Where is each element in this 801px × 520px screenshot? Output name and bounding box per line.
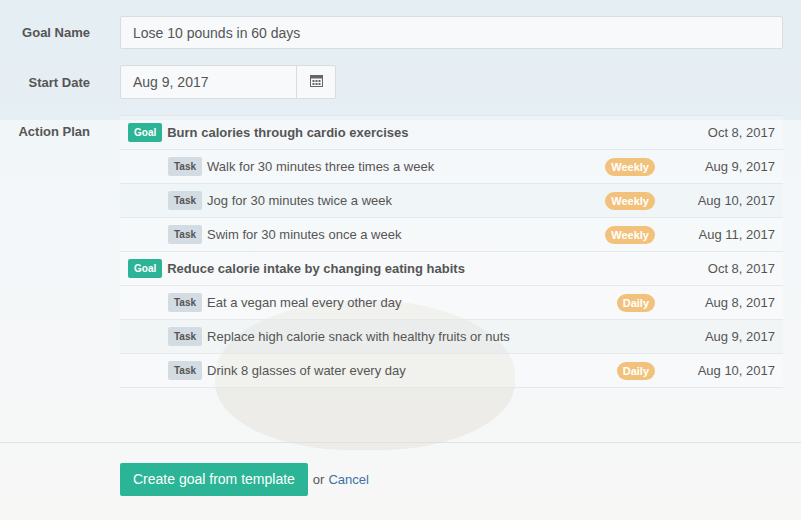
frequency-badge: Weekly bbox=[605, 192, 655, 210]
goal-title[interactable]: Reduce calorie intake by changing eating… bbox=[167, 261, 665, 276]
task-row[interactable]: Task Walk for 30 minutes three times a we… bbox=[120, 150, 783, 184]
goal-form: Goal Name Lose 10 pounds in 60 days Start … bbox=[0, 0, 801, 388]
cancel-link[interactable]: Cancel bbox=[328, 472, 368, 487]
task-title[interactable]: Eat a vegan meal every other day bbox=[207, 295, 617, 310]
goal-name-input[interactable]: Lose 10 pounds in 60 days bbox=[120, 16, 783, 49]
due-date[interactable]: Oct 8, 2017 bbox=[665, 261, 775, 276]
goal-row[interactable]: Goal Reduce calorie intake by changing ea… bbox=[120, 252, 783, 286]
start-date-row: Start Date Aug 9, 2017 bbox=[0, 65, 783, 99]
frequency-badge: Weekly bbox=[605, 158, 655, 176]
frequency-badge: Daily bbox=[617, 362, 655, 380]
goal-badge: Goal bbox=[128, 259, 162, 278]
calendar-button[interactable] bbox=[296, 66, 335, 98]
due-date[interactable]: Aug 9, 2017 bbox=[665, 329, 775, 344]
frequency-badge: Daily bbox=[617, 294, 655, 312]
task-row[interactable]: Task Swim for 30 minutes once a weekWeekl… bbox=[120, 218, 783, 252]
create-goal-button[interactable]: Create goal from template bbox=[120, 463, 308, 496]
task-badge: Task bbox=[168, 327, 202, 346]
due-date[interactable]: Aug 9, 2017 bbox=[665, 159, 775, 174]
task-title[interactable]: Walk for 30 minutes three times a week bbox=[207, 159, 605, 174]
task-row[interactable]: Task Replace high calorie snack with heal… bbox=[120, 320, 783, 354]
task-badge: Task bbox=[168, 293, 202, 312]
task-title[interactable]: Swim for 30 minutes once a week bbox=[207, 227, 605, 242]
task-badge: Task bbox=[168, 225, 202, 244]
task-badge: Task bbox=[168, 191, 202, 210]
goal-title[interactable]: Burn calories through cardio exercises bbox=[167, 125, 665, 140]
due-date[interactable]: Aug 10, 2017 bbox=[665, 363, 775, 378]
calendar-icon[interactable] bbox=[310, 73, 323, 91]
start-date-value[interactable]: Aug 9, 2017 bbox=[121, 66, 296, 98]
goal-row[interactable]: Goal Burn calories through cardio exercis… bbox=[120, 116, 783, 150]
task-title[interactable]: Replace high calorie snack with healthy … bbox=[207, 329, 665, 344]
action-plan-label: Action Plan bbox=[0, 115, 90, 139]
task-title[interactable]: Jog for 30 minutes twice a week bbox=[207, 193, 605, 208]
due-date[interactable]: Oct 8, 2017 bbox=[665, 125, 775, 140]
start-date-input[interactable]: Aug 9, 2017 bbox=[120, 65, 336, 99]
start-date-label: Start Date bbox=[0, 75, 90, 90]
or-text: or bbox=[313, 472, 325, 487]
due-date[interactable]: Aug 10, 2017 bbox=[665, 193, 775, 208]
goal-name-label: Goal Name bbox=[0, 25, 90, 40]
action-plan-list: Goal Burn calories through cardio exercis… bbox=[120, 115, 783, 388]
frequency-badge: Weekly bbox=[605, 226, 655, 244]
action-plan-row: Action Plan Goal Burn calories through car… bbox=[0, 115, 783, 388]
due-date[interactable]: Aug 8, 2017 bbox=[665, 295, 775, 310]
due-date[interactable]: Aug 11, 2017 bbox=[665, 227, 775, 242]
task-row[interactable]: Task Jog for 30 minutes twice a weekWeekl… bbox=[120, 184, 783, 218]
task-badge: Task bbox=[168, 157, 202, 176]
task-badge: Task bbox=[168, 361, 202, 380]
form-footer: Create goal from template orCancel bbox=[0, 442, 801, 496]
goal-badge: Goal bbox=[128, 123, 162, 142]
task-title[interactable]: Drink 8 glasses of water every day bbox=[207, 363, 617, 378]
task-row[interactable]: Task Eat a vegan meal every other dayDail… bbox=[120, 286, 783, 320]
task-row[interactable]: Task Drink 8 glasses of water every dayDa… bbox=[120, 354, 783, 388]
goal-name-row: Goal Name Lose 10 pounds in 60 days bbox=[0, 16, 783, 49]
